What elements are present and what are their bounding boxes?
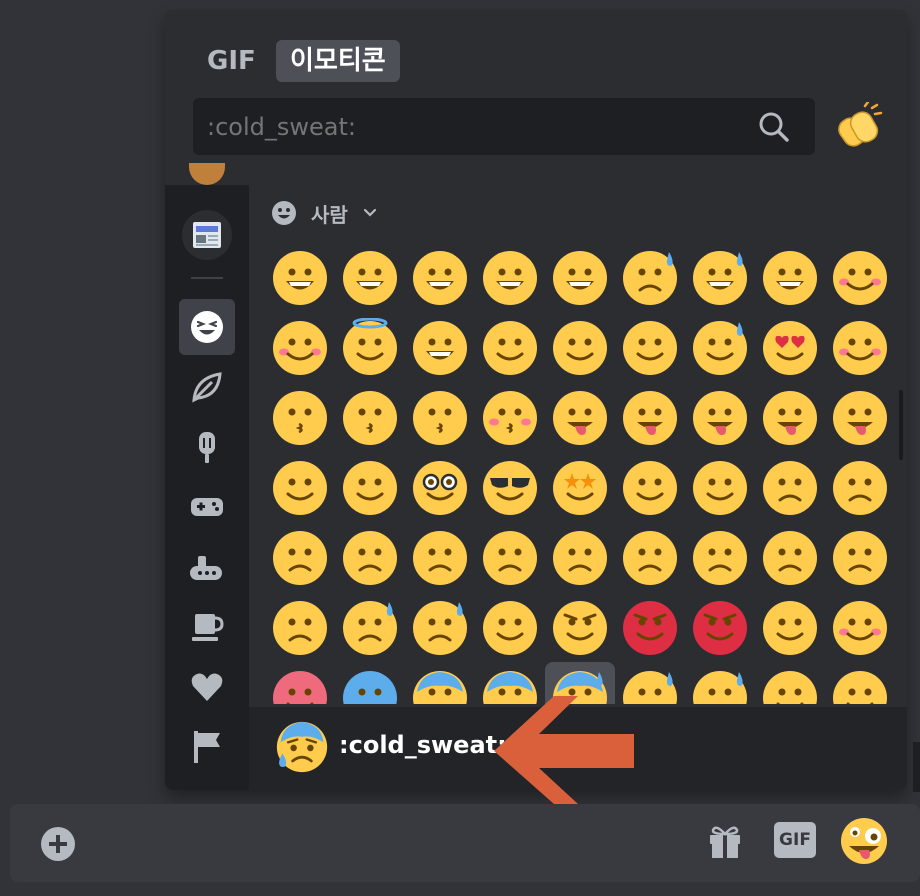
heart-icon[interactable] [179,659,235,715]
arrow-annotation-icon [494,696,634,804]
hot-icon[interactable] [265,662,335,704]
kissing-icon[interactable] [335,382,405,452]
kissing-closed-eyes-icon[interactable] [475,382,545,452]
newspaper-icon[interactable] [179,207,235,263]
scream-icon[interactable] [405,662,475,704]
cry-icon[interactable] [335,592,405,662]
smiley-icon[interactable] [335,242,405,312]
emoji-picker: GIF 이모티콘:cold_sweat: 사람:cold_sweat: [165,10,907,790]
gamepad-icon[interactable] [179,479,235,535]
zany-face-icon[interactable] [839,816,889,870]
unamused-icon[interactable] [755,452,825,522]
cursing-icon[interactable] [685,592,755,662]
pleading-icon[interactable] [265,592,335,662]
relaxed-icon[interactable] [825,242,895,312]
clapping-hands-icon[interactable] [835,100,883,150]
tab-gif[interactable]: GIF [207,40,256,82]
sunglasses-icon[interactable] [475,452,545,522]
slight-smile-icon[interactable] [405,312,475,382]
rail-divider [191,277,223,279]
sweat-smile-icon[interactable] [615,242,685,312]
yum-icon[interactable] [545,382,615,452]
wink-icon[interactable] [545,312,615,382]
emoji-grid [265,242,895,704]
monocle-icon[interactable] [335,452,405,522]
category-rail [165,163,249,790]
upside-down-icon[interactable] [475,312,545,382]
picker-header: GIF 이모티콘 [165,10,907,185]
side-panel-edge [913,742,920,792]
leaf-icon[interactable] [179,359,235,415]
disappointed-icon[interactable] [825,452,895,522]
innocent-icon[interactable] [335,312,405,382]
exploding-head-icon[interactable] [755,592,825,662]
raised-eyebrow-icon[interactable] [265,452,335,522]
frowning-icon[interactable] [545,522,615,592]
nerd-icon[interactable] [405,452,475,522]
popsicle-icon[interactable] [179,419,235,475]
confused-icon[interactable] [405,522,475,592]
squinting-tongue-icon[interactable] [685,382,755,452]
cold-icon[interactable] [335,662,405,704]
grin-icon[interactable] [475,242,545,312]
weary-icon[interactable] [825,522,895,592]
category-header[interactable]: 사람 [271,198,378,228]
joy-icon[interactable] [685,242,755,312]
flag-icon[interactable] [179,719,235,775]
slight-frown-icon[interactable] [475,522,545,592]
pensive-icon[interactable] [265,522,335,592]
gif-button[interactable]: GIF [774,822,816,858]
search-box [193,98,815,155]
face-holding-tears-icon[interactable] [685,312,755,382]
angry-icon[interactable] [545,592,615,662]
kissing-smiling-eyes-icon[interactable] [405,382,475,452]
hugging-icon[interactable] [755,662,825,704]
scrollbar-thumb[interactable] [899,390,903,460]
thinking-icon[interactable] [825,662,895,704]
rofl-icon[interactable] [755,242,825,312]
smiley-icon [191,311,223,343]
tongue-icon[interactable] [615,382,685,452]
laughing-icon[interactable] [545,242,615,312]
kissing-heart-icon[interactable] [265,382,335,452]
coffee-icon[interactable] [179,599,235,655]
sob-icon[interactable] [405,592,475,662]
grinning-icon[interactable] [265,242,335,312]
category-label: 사람 [311,202,348,227]
smirk-icon[interactable] [685,452,755,522]
submarine-icon[interactable] [179,539,235,595]
tired-icon[interactable] [755,522,825,592]
partying-icon[interactable] [615,452,685,522]
worried-icon[interactable] [335,522,405,592]
chat-input-bar[interactable]: GIF [10,804,920,882]
emoji-search-input[interactable] [207,98,737,155]
search-icon[interactable] [758,111,790,147]
plus-circle-icon[interactable] [40,826,76,866]
blush-icon[interactable] [265,312,335,382]
relieved-icon[interactable] [615,312,685,382]
winking-tongue-icon[interactable] [755,382,825,452]
rage-icon[interactable] [615,592,685,662]
smile-icon[interactable] [405,242,475,312]
chevron-down-icon [363,208,376,217]
zany-icon[interactable] [825,382,895,452]
triumph-icon[interactable] [475,592,545,662]
cold-sweat-icon [275,720,329,778]
star-struck-icon[interactable] [545,452,615,522]
persevere-icon[interactable] [615,522,685,592]
rail-people[interactable] [179,299,235,355]
preview-emoji-name: :cold_sweat: [339,731,507,759]
sweat-icon[interactable] [685,662,755,704]
smiling-hearts-icon[interactable] [825,312,895,382]
confounded-icon[interactable] [685,522,755,592]
flushed-icon[interactable] [825,592,895,662]
gift-icon[interactable] [706,822,744,864]
grinning-face-icon [272,201,296,225]
heart-eyes-icon[interactable] [755,312,825,382]
tab-emoji[interactable]: 이모티콘 [276,40,400,82]
